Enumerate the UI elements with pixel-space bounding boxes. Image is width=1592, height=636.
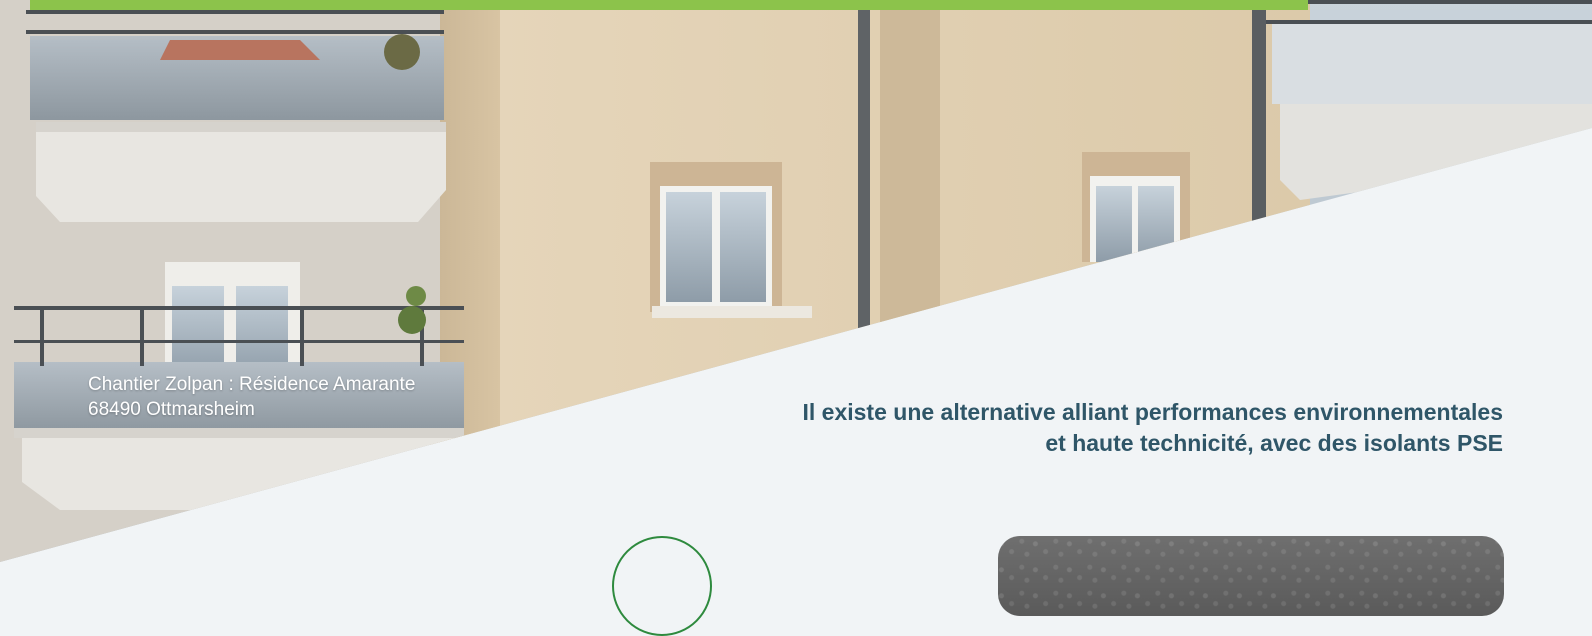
- headline-line-2: et haute technicité, avec des isolants P…: [1045, 430, 1503, 456]
- caption-line-1: Chantier Zolpan : Résidence Amarante: [88, 374, 416, 395]
- headline-line-1: Il existe une alternative alliant perfor…: [802, 399, 1504, 425]
- top-accent-bar: [30, 0, 1308, 10]
- section-headline: Il existe une alternative alliant perfor…: [803, 397, 1504, 459]
- eco-circle-icon: [612, 536, 712, 636]
- building-photo: [0, 0, 1592, 562]
- photo-caption: Chantier Zolpan : Résidence Amarante 684…: [88, 372, 415, 422]
- caption-line-2: 68490 Ottmarsheim: [88, 399, 255, 420]
- hero-image: [0, 0, 1592, 562]
- insulation-image-card: [998, 536, 1504, 616]
- insulation-texture: [998, 536, 1504, 616]
